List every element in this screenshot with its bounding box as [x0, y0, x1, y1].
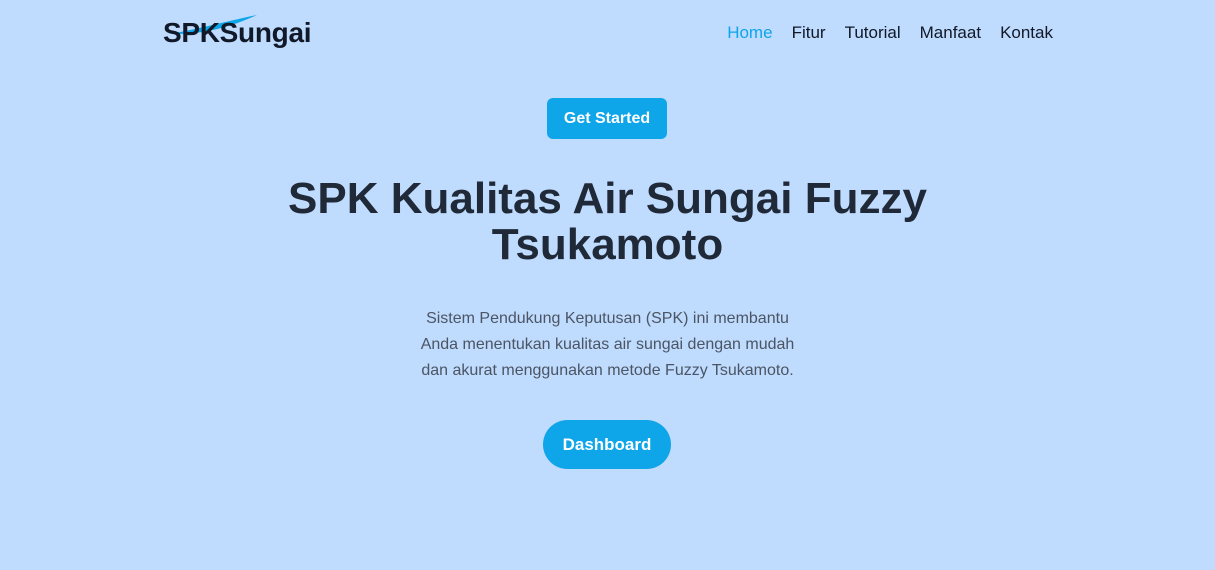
hero-section: Get Started SPK Kualitas Air Sungai Fuzz…: [0, 0, 1215, 570]
landing-page: SPKSungai Home Fitur Tutorial Manfaat Ko…: [0, 0, 1215, 570]
hero-description: Sistem Pendukung Keputusan (SPK) ini mem…: [0, 306, 1215, 384]
hero-title-line: Tsukamoto: [491, 220, 724, 269]
get-started-button[interactable]: Get Started: [547, 98, 667, 139]
hero-title-line: SPK Kualitas Air Sungai Fuzzy: [288, 174, 927, 223]
brand-logo[interactable]: SPKSungai: [163, 15, 312, 50]
hero-description-line: dan akurat menggunakan metode Fuzzy Tsuk…: [421, 362, 794, 379]
hero-description-line: Anda menentukan kualitas air sungai deng…: [420, 336, 795, 353]
hero-description-line: Sistem Pendukung Keputusan (SPK) ini mem…: [426, 310, 789, 327]
brand-name: SPKSungai: [163, 17, 312, 48]
hero-title: SPK Kualitas Air Sungai Fuzzy Tsukamoto: [0, 176, 1215, 268]
dashboard-button[interactable]: Dashboard: [543, 420, 671, 469]
